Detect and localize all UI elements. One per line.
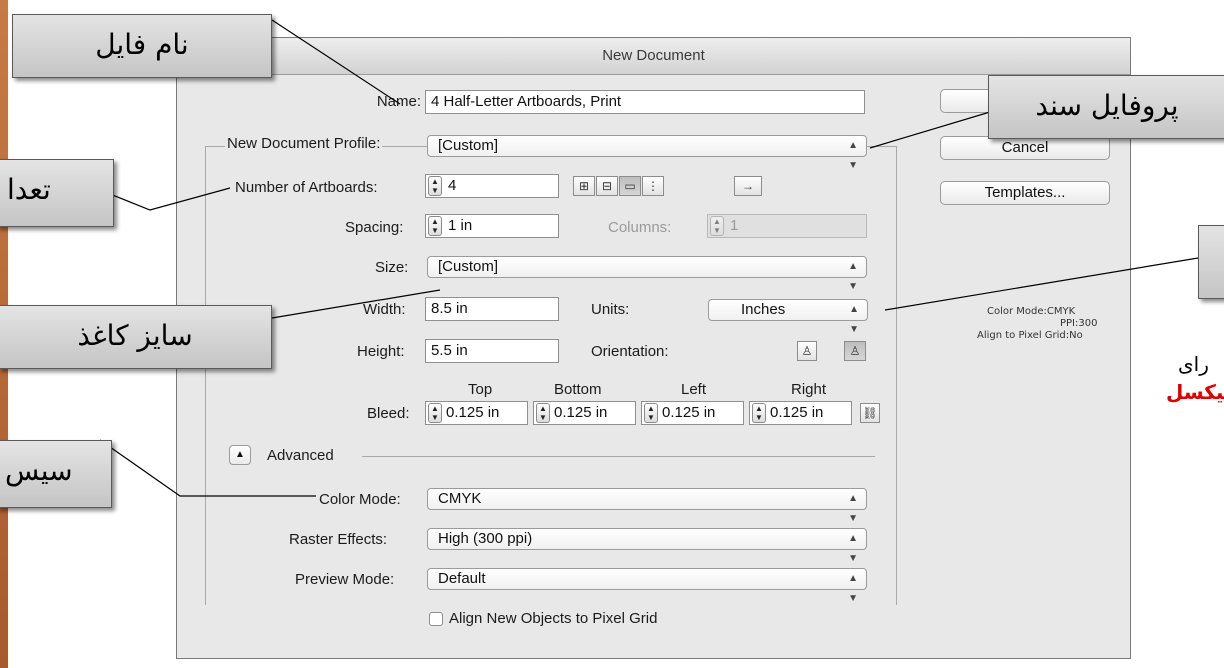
callout-paper-size: سایز کاغذ: [0, 305, 272, 369]
callout-artboards-count: تعدا: [0, 159, 114, 227]
leader-file-name: [271, 19, 401, 105]
leader-color-mode: [99, 439, 316, 497]
callout-color-system: سیس: [0, 440, 112, 508]
callout-file-name: نام فایل: [12, 14, 272, 78]
leader-units: [884, 257, 1199, 311]
leader-artboards: [99, 187, 231, 211]
callout-units-partial: [1198, 225, 1224, 299]
leader-paper-size: [271, 289, 441, 319]
side-text-line2: پیکسل: [1166, 380, 1224, 404]
leader-doc-profile: [869, 111, 991, 149]
callout-doc-profile: پروفایل سند: [988, 75, 1224, 139]
side-text-line1: رای: [1178, 352, 1209, 376]
